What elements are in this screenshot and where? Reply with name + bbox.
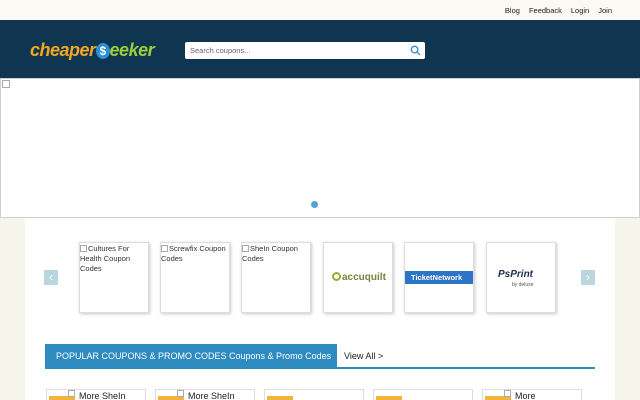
coupon-card-text: More: [515, 391, 536, 400]
logo-text-cheaper: cheaper: [30, 40, 96, 60]
view-all-link[interactable]: View All >: [344, 351, 383, 361]
site-logo[interactable]: cheaper $ eeker: [30, 40, 155, 60]
store-card-accuquilt[interactable]: accuquilt: [323, 242, 393, 313]
coupon-card-text: More SheIn: [188, 391, 235, 400]
coupon-card[interactable]: [264, 389, 364, 400]
broken-image-icon: [177, 390, 184, 397]
broken-image-icon: [504, 390, 511, 397]
chevron-right-icon: ›: [586, 270, 590, 284]
popular-coupons-section-header: POPULAR COUPONS & PROMO CODES Coupons & …: [45, 344, 595, 369]
discount-tag: [376, 396, 402, 400]
blog-link[interactable]: Blog: [505, 6, 520, 15]
top-links: Blog Feedback Login Join: [505, 6, 612, 15]
psprint-logo-sub: by deluxe: [512, 282, 534, 288]
discount-tag: [267, 396, 293, 400]
store-card-label: Screwfix Coupon Codes: [161, 244, 226, 263]
search-box: [185, 42, 425, 59]
store-card-label: SheIn Coupon Codes: [242, 244, 298, 263]
accuquilt-logo: accuquilt: [332, 272, 386, 283]
carousel-dot-active[interactable]: [311, 201, 318, 208]
top-bar: Blog Feedback Login Join: [0, 0, 640, 20]
coupon-card[interactable]: [373, 389, 473, 400]
carousel-next-button[interactable]: ›: [581, 270, 595, 285]
store-card-ticketnetwork[interactable]: TicketNetwork: [404, 242, 474, 313]
store-card-label: Cultures For Health Coupon Codes: [80, 244, 131, 273]
broken-image-icon: [161, 245, 168, 252]
coupon-card[interactable]: More SheIn: [46, 389, 146, 400]
coupon-card[interactable]: More: [482, 389, 582, 400]
feedback-link[interactable]: Feedback: [529, 6, 562, 15]
search-icon[interactable]: [410, 45, 421, 56]
store-card-screwfix[interactable]: Screwfix Coupon Codes: [160, 242, 230, 313]
psprint-logo: PsPrint by deluxe: [498, 269, 534, 288]
login-link[interactable]: Login: [571, 6, 589, 15]
coupon-card-text: More SheIn: [79, 391, 126, 400]
store-card-shein[interactable]: SheIn Coupon Codes: [241, 242, 311, 313]
store-card-psprint[interactable]: PsPrint by deluxe: [486, 242, 556, 313]
broken-image-icon: [80, 245, 87, 252]
broken-image-icon: [242, 245, 249, 252]
section-title: POPULAR COUPONS & PROMO CODES Coupons & …: [45, 344, 337, 369]
logo-dollar-icon: $: [95, 43, 110, 59]
logo-text-seeker: eeker: [109, 40, 155, 60]
store-card-cultures-for-health[interactable]: Cultures For Health Coupon Codes: [79, 242, 149, 313]
join-link[interactable]: Join: [598, 6, 612, 15]
chevron-left-icon: ‹: [49, 270, 53, 284]
coupon-card[interactable]: More SheIn: [155, 389, 255, 400]
search-input[interactable]: [185, 42, 405, 59]
hero-banner: [0, 78, 640, 218]
broken-image-icon: [68, 390, 75, 397]
carousel-prev-button[interactable]: ‹: [44, 270, 58, 285]
accuquilt-logo-icon: [332, 272, 341, 281]
ticketnetwork-logo: TicketNetwork: [405, 271, 473, 284]
broken-image-icon: [2, 80, 10, 88]
